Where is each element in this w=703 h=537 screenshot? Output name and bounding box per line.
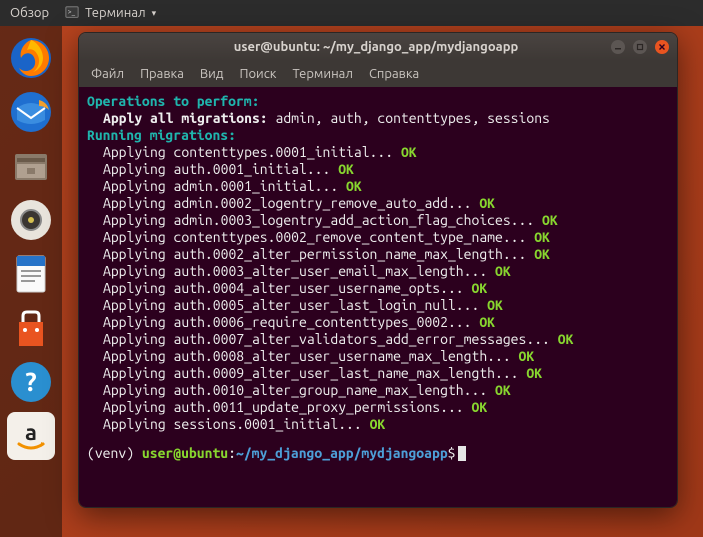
menu-terminal[interactable]: Терминал xyxy=(292,67,352,81)
prompt-path: ~/my_django_app/mydjangoapp xyxy=(236,445,448,461)
migration-line: Applying auth.0011_update_proxy_permissi… xyxy=(87,399,669,416)
help-icon[interactable]: ? xyxy=(7,358,55,406)
close-button[interactable] xyxy=(655,40,669,54)
svg-text:?: ? xyxy=(25,367,36,396)
migration-line: Applying sessions.0001_initial... OK xyxy=(87,416,669,433)
migration-line: Applying auth.0006_require_contenttypes_… xyxy=(87,314,669,331)
menu-edit[interactable]: Правка xyxy=(140,67,184,81)
terminal-cursor xyxy=(458,446,466,461)
menu-help[interactable]: Справка xyxy=(369,67,419,81)
prompt-user: user@ubuntu xyxy=(142,445,228,461)
thunderbird-icon[interactable] xyxy=(7,88,55,136)
software-icon[interactable] xyxy=(7,304,55,352)
migration-line: Applying contenttypes.0002_remove_conten… xyxy=(87,229,669,246)
migration-line: Applying auth.0003_alter_user_email_max_… xyxy=(87,263,669,280)
operations-header: Operations to perform: xyxy=(87,93,259,109)
migration-line: Applying auth.0007_alter_validators_add_… xyxy=(87,331,669,348)
terminal-menubar: Файл Правка Вид Поиск Терминал Справка xyxy=(79,61,677,87)
migration-line: Applying admin.0003_logentry_add_action_… xyxy=(87,212,669,229)
gnome-topbar: Обзор >_ Терминал ▾ xyxy=(0,0,703,26)
svg-text:>_: >_ xyxy=(68,7,76,15)
window-title: user@ubuntu: ~/my_django_app/mydjangoapp xyxy=(141,40,611,54)
menu-view[interactable]: Вид xyxy=(200,67,224,81)
chevron-down-icon: ▾ xyxy=(152,8,157,19)
apply-targets: admin, auth, contenttypes, sessions xyxy=(268,110,550,126)
running-header: Running migrations: xyxy=(87,127,236,143)
prompt-line: (venv) user@ubuntu:~/my_django_app/mydja… xyxy=(87,445,669,462)
prompt-colon: : xyxy=(228,445,236,461)
app-menu[interactable]: >_ Терминал ▾ xyxy=(65,5,156,22)
window-titlebar[interactable]: user@ubuntu: ~/my_django_app/mydjangoapp xyxy=(79,33,677,61)
prompt-venv: (venv) xyxy=(87,445,142,461)
rhythmbox-icon[interactable] xyxy=(7,196,55,244)
amazon-icon[interactable]: a xyxy=(7,412,55,460)
migration-line: Applying contenttypes.0001_initial... OK xyxy=(87,144,669,161)
migration-line: Applying auth.0009_alter_user_last_name_… xyxy=(87,365,669,382)
migration-line: Applying auth.0008_alter_user_username_m… xyxy=(87,348,669,365)
prompt-dollar: $ xyxy=(448,445,456,461)
migration-line: Applying auth.0001_initial... OK xyxy=(87,161,669,178)
migration-line: Applying admin.0002_logentry_remove_auto… xyxy=(87,195,669,212)
terminal-window: user@ubuntu: ~/my_django_app/mydjangoapp… xyxy=(78,32,678,508)
menu-file[interactable]: Файл xyxy=(91,67,124,81)
apply-label: Apply all migrations: xyxy=(103,110,268,126)
launcher-dock: ? a xyxy=(0,26,62,537)
migration-line: Applying admin.0001_initial... OK xyxy=(87,178,669,195)
maximize-button[interactable] xyxy=(633,40,647,54)
migration-line: Applying auth.0005_alter_user_last_login… xyxy=(87,297,669,314)
terminal-body[interactable]: Operations to perform: Apply all migrati… xyxy=(79,87,677,507)
app-menu-label: Терминал xyxy=(85,6,145,20)
svg-text:a: a xyxy=(25,420,37,445)
activities-label: Обзор xyxy=(10,6,49,20)
firefox-icon[interactable] xyxy=(7,34,55,82)
minimize-button[interactable] xyxy=(611,40,625,54)
migration-line: Applying auth.0002_alter_permission_name… xyxy=(87,246,669,263)
menu-search[interactable]: Поиск xyxy=(239,67,276,81)
activities-button[interactable]: Обзор xyxy=(10,6,49,20)
terminal-topbar-icon: >_ xyxy=(65,5,79,22)
migration-line: Applying auth.0004_alter_user_username_o… xyxy=(87,280,669,297)
files-icon[interactable] xyxy=(7,142,55,190)
migration-line: Applying auth.0010_alter_group_name_max_… xyxy=(87,382,669,399)
writer-icon[interactable] xyxy=(7,250,55,298)
